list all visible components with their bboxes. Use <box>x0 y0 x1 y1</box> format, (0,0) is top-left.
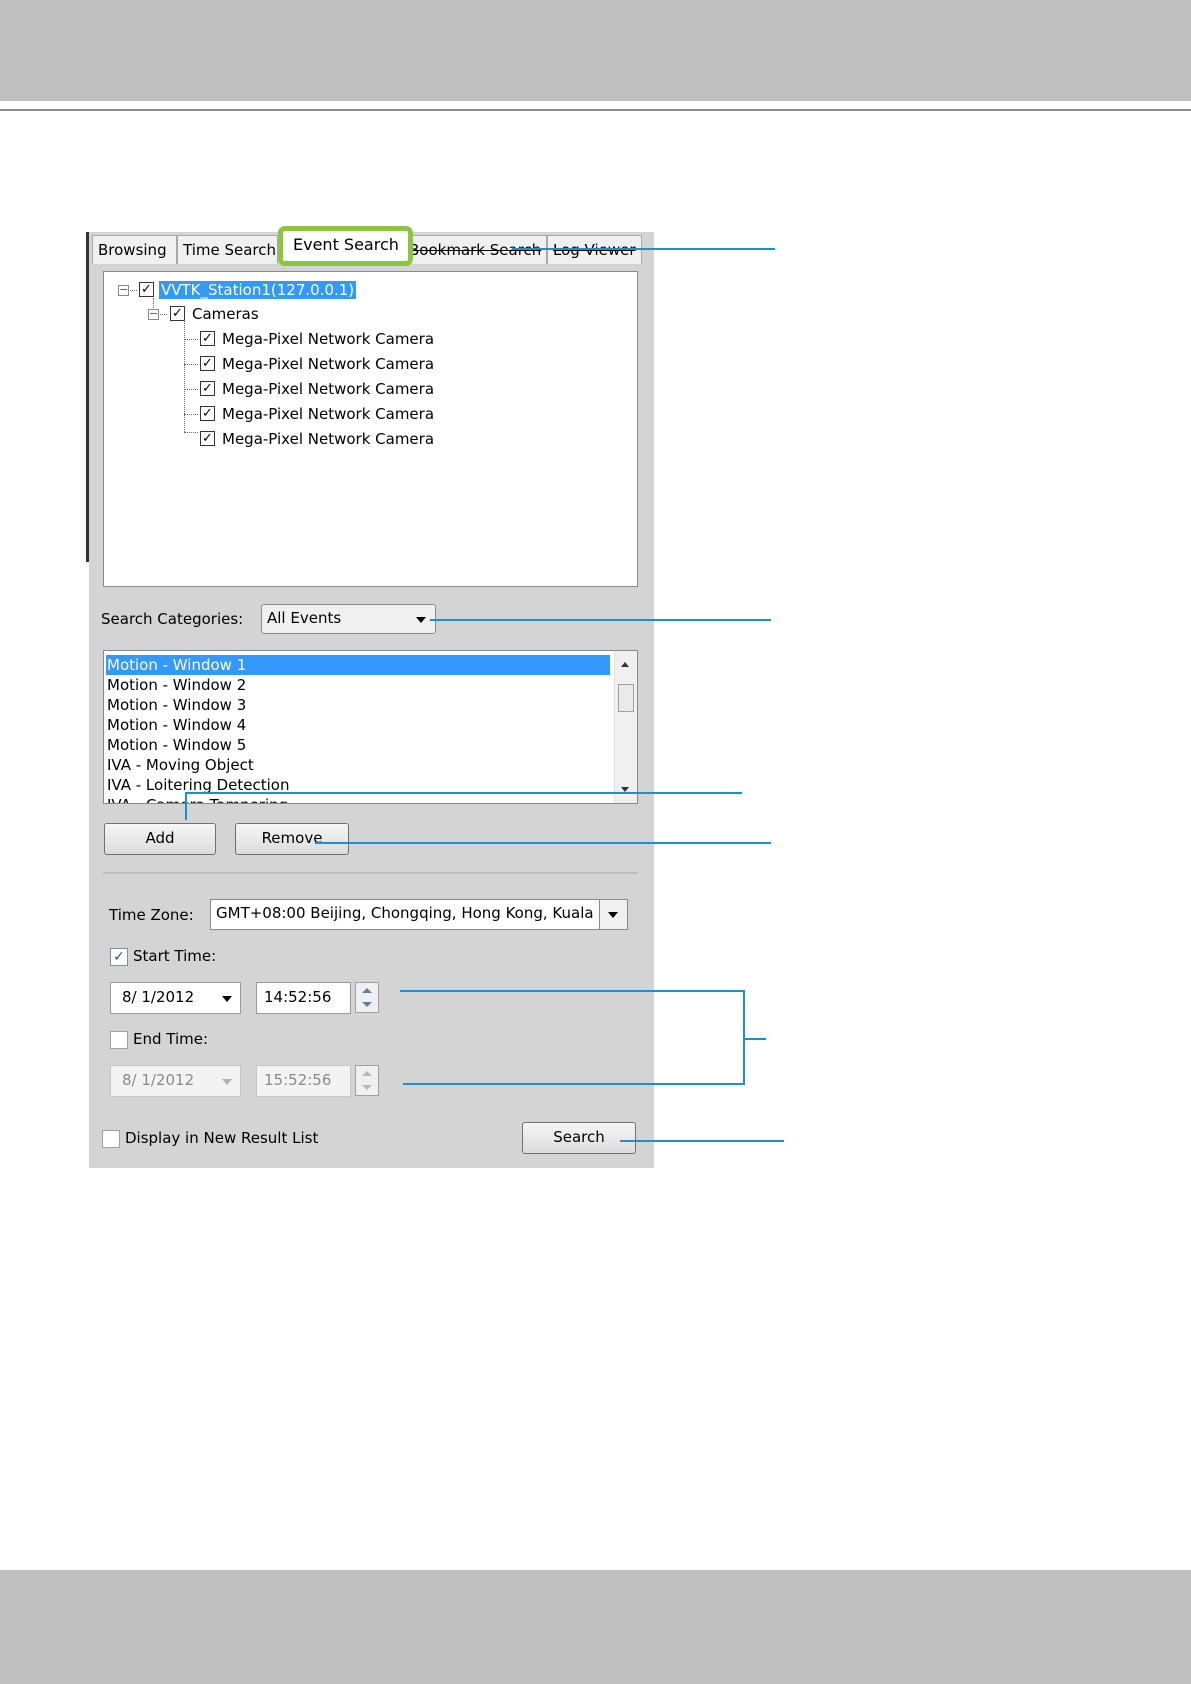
start-time-checkbox[interactable]: ✓ <box>110 948 128 966</box>
camera-label: Mega-Pixel Network Camera <box>222 430 435 448</box>
list-item[interactable]: Motion - Window 4 <box>107 715 246 735</box>
tab-label: Time Search <box>183 241 277 259</box>
time-zone-dropdown[interactable]: GMT+08:00 Beijing, Chongqing, Hong Kong,… <box>210 899 628 930</box>
end-time-spinner[interactable] <box>355 1065 379 1096</box>
callout-line-categories <box>430 619 771 621</box>
dropdown-button[interactable] <box>599 900 627 929</box>
start-date-value: 8/ 1/2012 <box>122 988 195 1006</box>
dropdown-value: All Events <box>267 609 342 627</box>
tree-camera-5[interactable]: Mega-Pixel Network Camera <box>222 429 434 449</box>
callout-line-end <box>403 1083 745 1085</box>
search-button[interactable]: Search <box>522 1122 636 1154</box>
camera-label: Mega-Pixel Network Camera <box>222 380 435 398</box>
page-header-band <box>0 0 1191 101</box>
cameras-checkbox[interactable]: ✓ <box>170 306 185 321</box>
cameras-label: Cameras <box>192 305 259 323</box>
callout-line-time <box>745 1038 766 1040</box>
callout-line-add <box>185 792 742 794</box>
start-time-value: 14:52:56 <box>264 988 332 1006</box>
time-zone-label: Time Zone: <box>109 906 194 924</box>
spin-up-icon[interactable] <box>362 988 372 993</box>
search-categories-label: Search Categories: <box>101 610 244 628</box>
list-item[interactable]: Motion - Window 5 <box>107 735 246 755</box>
end-date-picker[interactable]: 8/ 1/2012 <box>110 1065 241 1097</box>
collapse-icon[interactable]: − <box>148 308 159 320</box>
end-time-label: End Time: <box>133 1030 209 1048</box>
tree-camera-4[interactable]: Mega-Pixel Network Camera <box>222 404 434 424</box>
tree-connector <box>184 414 198 415</box>
callout-line-start <box>400 990 745 992</box>
device-tree[interactable]: − ✓ VVTK_Station1(127.0.0.1) − ✓ Cameras… <box>103 271 638 587</box>
end-time-checkbox[interactable] <box>110 1031 128 1049</box>
tab-label: Bookmark Search <box>409 241 542 259</box>
tree-station[interactable]: VVTK_Station1(127.0.0.1) <box>159 280 357 300</box>
tab-browsing[interactable]: Browsing <box>92 235 177 264</box>
list-scrollbar[interactable] <box>614 651 637 803</box>
station-checkbox[interactable]: ✓ <box>139 282 154 297</box>
spin-down-icon[interactable] <box>362 1085 372 1090</box>
camera-label: Mega-Pixel Network Camera <box>222 330 435 348</box>
scroll-up-icon[interactable] <box>621 662 629 667</box>
scroll-thumb[interactable] <box>618 684 634 712</box>
camera-checkbox[interactable]: ✓ <box>200 356 215 371</box>
collapse-icon[interactable]: − <box>118 284 129 296</box>
station-label: VVTK_Station1(127.0.0.1) <box>159 281 357 299</box>
camera-label: Mega-Pixel Network Camera <box>222 405 435 423</box>
display-new-list-checkbox[interactable] <box>102 1130 120 1148</box>
start-date-picker[interactable]: 8/ 1/2012 <box>110 982 241 1014</box>
callout-line-tabs <box>512 248 775 250</box>
tab-label: Log Viewer <box>553 241 636 259</box>
spin-up-icon[interactable] <box>362 1071 372 1076</box>
tree-connector <box>184 320 185 432</box>
remove-button[interactable]: Remove <box>235 823 349 855</box>
tab-event-search[interactable]: Event Search <box>278 226 413 266</box>
end-date-value: 8/ 1/2012 <box>122 1071 195 1089</box>
start-time-label: Start Time: <box>133 947 217 965</box>
start-time-input[interactable]: 14:52:56 <box>256 982 351 1014</box>
tree-camera-3[interactable]: Mega-Pixel Network Camera <box>222 379 434 399</box>
camera-label: Mega-Pixel Network Camera <box>222 355 435 373</box>
camera-checkbox[interactable]: ✓ <box>200 331 215 346</box>
chevron-down-icon <box>608 912 618 918</box>
camera-checkbox[interactable]: ✓ <box>200 406 215 421</box>
section-divider <box>103 872 638 874</box>
end-time-input[interactable]: 15:52:56 <box>256 1065 351 1097</box>
search-categories-dropdown[interactable]: All Events <box>261 604 436 634</box>
list-item[interactable]: Motion - Window 1 <box>106 655 610 675</box>
tab-time-search[interactable]: Time Search <box>177 235 278 264</box>
list-item[interactable]: IVA - Camera Tampering <box>107 795 288 803</box>
header-rule <box>0 109 1191 111</box>
add-button[interactable]: Add <box>104 823 216 855</box>
dropdown-value: GMT+08:00 Beijing, Chongqing, Hong Kong,… <box>216 904 601 922</box>
callout-line-search <box>620 1140 784 1142</box>
chevron-down-icon[interactable] <box>222 1079 232 1085</box>
tab-label: Event Search <box>293 235 399 254</box>
callout-line-remove <box>315 842 771 844</box>
callout-line-add-drop <box>185 792 187 820</box>
tree-camera-2[interactable]: Mega-Pixel Network Camera <box>222 354 434 374</box>
tree-connector <box>184 432 198 433</box>
chevron-down-icon <box>416 617 426 623</box>
tab-label: Browsing <box>98 241 167 259</box>
page-footer-band <box>0 1570 1191 1684</box>
event-type-list[interactable]: Motion - Window 1 Motion - Window 2 Moti… <box>103 650 638 804</box>
list-item[interactable]: Motion - Window 2 <box>107 675 246 695</box>
tree-cameras-group[interactable]: Cameras <box>192 304 259 324</box>
tree-camera-1[interactable]: Mega-Pixel Network Camera <box>222 329 434 349</box>
display-new-list-label: Display in New Result List <box>125 1129 319 1147</box>
chevron-down-icon[interactable] <box>222 996 232 1002</box>
tree-connector <box>184 389 198 390</box>
start-time-spinner[interactable] <box>355 982 379 1013</box>
list-item[interactable]: IVA - Moving Object <box>107 755 254 775</box>
end-time-value: 15:52:56 <box>264 1071 332 1089</box>
tree-connector <box>184 364 198 365</box>
list-item[interactable]: Motion - Window 3 <box>107 695 246 715</box>
tree-connector <box>184 339 198 340</box>
camera-checkbox[interactable]: ✓ <box>200 381 215 396</box>
camera-checkbox[interactable]: ✓ <box>200 431 215 446</box>
spin-down-icon[interactable] <box>362 1002 372 1007</box>
